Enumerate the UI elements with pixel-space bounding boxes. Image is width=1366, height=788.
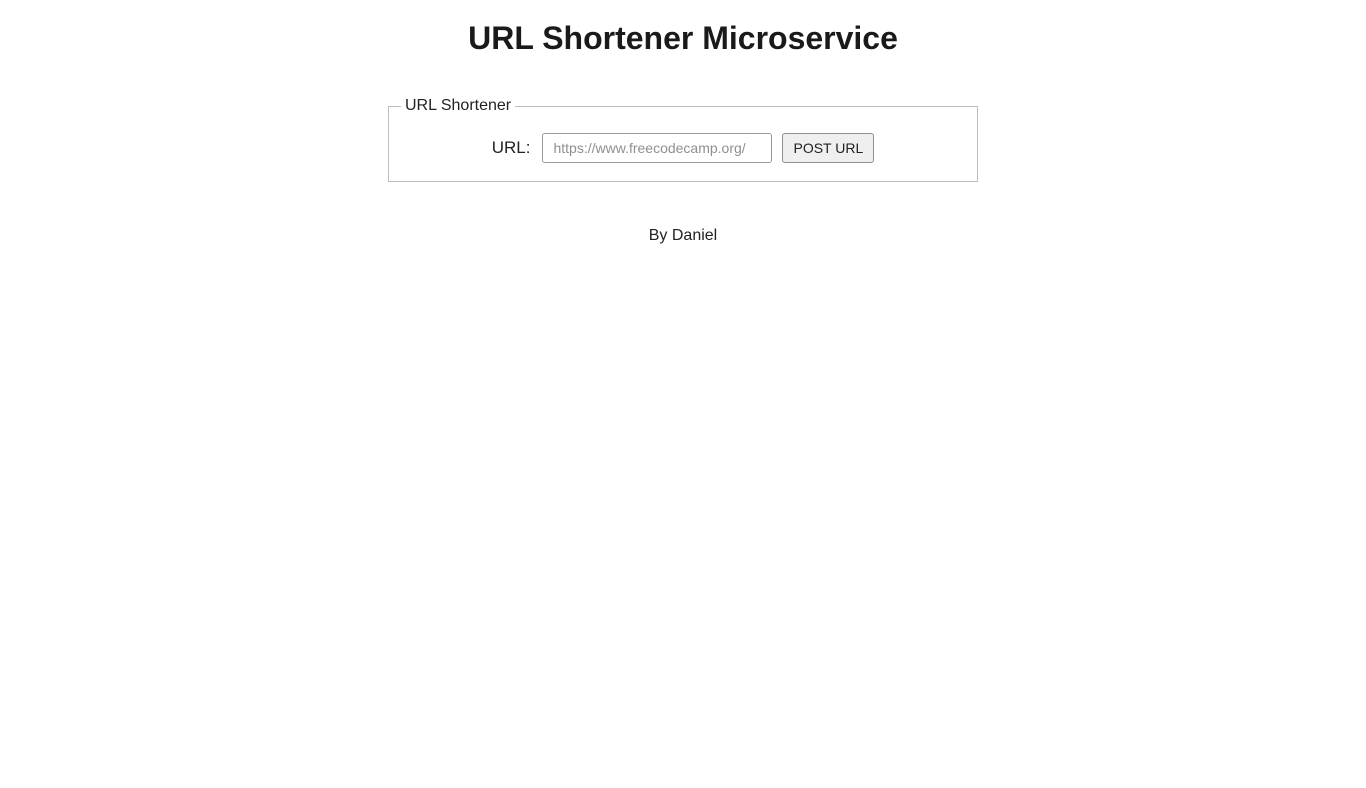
url-label: URL: [492, 138, 531, 158]
url-input[interactable] [542, 133, 772, 163]
page-title: URL Shortener Microservice [0, 20, 1366, 57]
form-row: URL: POST URL [492, 133, 875, 163]
form-legend: URL Shortener [401, 97, 515, 115]
url-shortener-form: URL Shortener URL: POST URL [0, 97, 1366, 182]
main-container: URL Shortener Microservice URL Shortener… [0, 20, 1366, 245]
footer-credit: By Daniel [0, 227, 1366, 245]
post-url-button[interactable]: POST URL [782, 133, 874, 163]
form-fieldset: URL Shortener URL: POST URL [388, 97, 978, 182]
